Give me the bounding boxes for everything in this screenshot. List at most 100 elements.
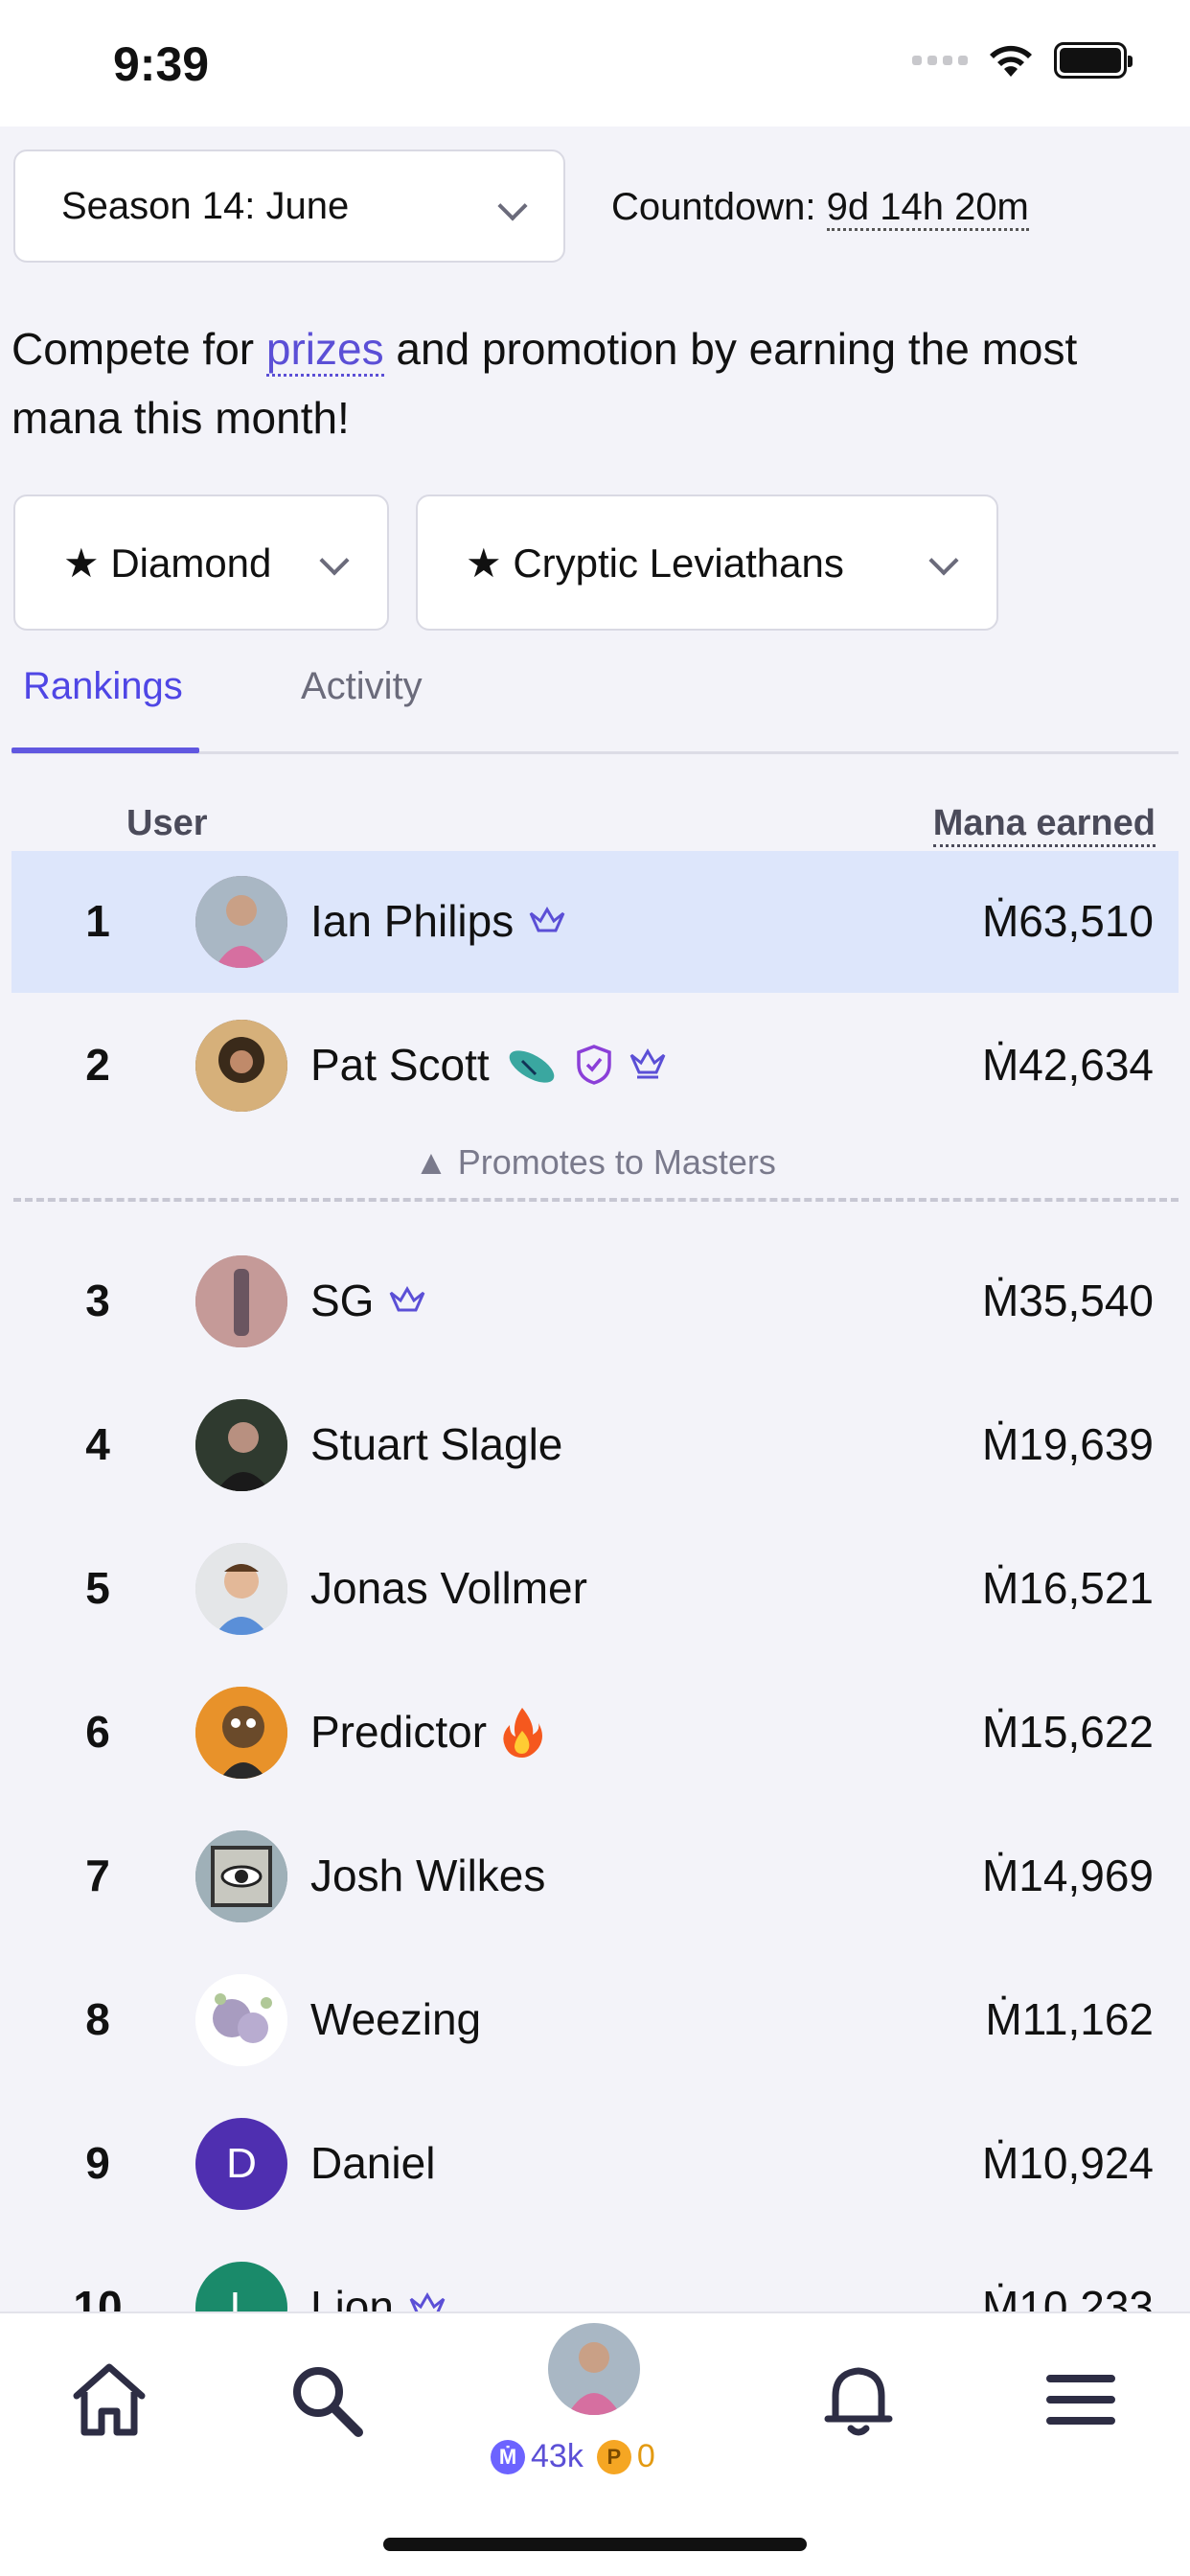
user-name-text: Jonas Vollmer (310, 1563, 587, 1613)
rank: 3 (85, 1276, 110, 1325)
avatar[interactable] (195, 1543, 287, 1635)
avatar[interactable] (195, 1830, 287, 1922)
home-icon[interactable] (69, 2359, 149, 2440)
chevron-down-icon (319, 545, 350, 576)
mana-earned: Ṁ19,639 (981, 1419, 1154, 1469)
mana-earned: Ṁ10,924 (981, 2138, 1154, 2188)
mana-earned: Ṁ35,540 (981, 1276, 1154, 1325)
user-name-text: Josh Wilkes (310, 1851, 546, 1900)
user-name-text: Predictor (310, 1707, 488, 1757)
countdown-value[interactable]: 9d 14h 20m (826, 186, 1029, 231)
table-row[interactable]: 6 Predictor Ṁ15,622 (11, 1662, 1179, 1804)
user-name-text: Lion (310, 2282, 394, 2312)
table-row[interactable]: 10 L Lion Ṁ10,233 (11, 2237, 1179, 2312)
rank: 9 (85, 2138, 110, 2188)
user-name[interactable]: Stuart Slagle (310, 1418, 562, 1470)
user-name[interactable]: Lion (310, 2281, 447, 2312)
rank: 1 (85, 896, 110, 946)
status-bar: 9:39 (0, 0, 1190, 126)
avatar[interactable]: D (195, 2118, 287, 2210)
search-icon[interactable] (286, 2359, 366, 2440)
user-name[interactable]: Pat Scott (310, 1039, 668, 1091)
rank: 8 (85, 1994, 110, 2044)
prize-balance: 0 (636, 2438, 655, 2474)
rank: 10 (73, 2282, 123, 2312)
countdown-label: Countdown: (611, 186, 816, 228)
profile-avatar[interactable] (548, 2323, 640, 2415)
col-user: User (126, 803, 208, 843)
home-indicator (383, 2538, 807, 2551)
mana-coin-icon: Ṁ (491, 2439, 525, 2474)
user-name[interactable]: Predictor (310, 1706, 544, 1758)
crown-outline-icon (390, 1286, 425, 1312)
crown-outline-icon (409, 2292, 446, 2312)
promotion-note: ▲ Promotes to Masters (414, 1142, 776, 1182)
user-name[interactable]: Jonas Vollmer (310, 1562, 587, 1614)
mana-earned: Ṁ42,634 (981, 1040, 1154, 1090)
user-name-text: Ian Philips (310, 896, 515, 946)
tier-label: ★ Diamond (63, 540, 272, 586)
bottom-nav: Ṁ 43k P 0 (0, 2312, 1190, 2576)
bell-icon[interactable] (818, 2359, 899, 2440)
rank: 7 (85, 1851, 110, 1900)
user-name[interactable]: Weezing (310, 1993, 481, 2045)
group-label: ★ Cryptic Leviathans (466, 540, 844, 586)
col-mana-earned[interactable]: Mana earned (932, 803, 1156, 847)
prizes-link[interactable]: prizes (265, 324, 384, 377)
user-name[interactable]: Josh Wilkes (310, 1850, 545, 1901)
user-name-text: SG (310, 1276, 375, 1325)
mana-earned: Ṁ16,521 (981, 1563, 1154, 1613)
intro-before: Compete for (11, 324, 266, 374)
wifi-icon (990, 45, 1032, 77)
main-content: Season 14: June Countdown: 9d 14h 20m Co… (0, 126, 1190, 2312)
table-row[interactable]: 1 Ian Philips Ṁ63,510 (11, 851, 1179, 993)
mana-earned: Ṁ14,969 (981, 1851, 1154, 1900)
table-header: User Mana earned (0, 788, 1190, 855)
table-row[interactable]: 2 Pat Scott Ṁ42,634 (11, 995, 1179, 1137)
avatar[interactable] (195, 1974, 287, 2066)
crown-outline-icon (529, 907, 565, 932)
avatar[interactable] (195, 876, 287, 968)
avatar[interactable] (195, 1687, 287, 1779)
status-icons (912, 42, 1133, 79)
user-name-text: Stuart Slagle (310, 1419, 563, 1469)
table-row[interactable]: 9 D Daniel Ṁ10,924 (11, 2093, 1179, 2235)
avatar[interactable]: L (195, 2262, 287, 2312)
tier-dropdown[interactable]: ★ Diamond (13, 494, 389, 631)
tab-underline (11, 748, 199, 753)
season-label: Season 14: June (61, 184, 350, 227)
chevron-down-icon (928, 545, 959, 576)
avatar[interactable] (195, 1255, 287, 1347)
user-name[interactable]: Ian Philips (310, 895, 567, 947)
avatar[interactable] (195, 1399, 287, 1491)
fire-icon (503, 1708, 543, 1758)
user-name[interactable]: Daniel (310, 2137, 435, 2189)
promotion-divider (13, 1198, 1179, 1202)
battery-icon (1054, 42, 1133, 79)
shield-icon (576, 1045, 611, 1085)
tab-activity[interactable]: Activity (301, 665, 423, 708)
rank: 6 (85, 1707, 110, 1757)
mana-earned: Ṁ63,510 (981, 896, 1154, 946)
user-name-text: Pat Scott (310, 1040, 490, 1090)
mana-earned: Ṁ10,233 (981, 2282, 1154, 2312)
user-name-text: Weezing (310, 1994, 482, 2044)
signal-icon (912, 56, 968, 65)
table-row[interactable]: 5 Jonas Vollmer Ṁ16,521 (11, 1518, 1179, 1660)
group-dropdown[interactable]: ★ Cryptic Leviathans (416, 494, 998, 631)
menu-icon[interactable] (1041, 2359, 1121, 2440)
season-dropdown[interactable]: Season 14: June (13, 150, 565, 263)
user-name[interactable]: SG (310, 1275, 427, 1326)
table-row[interactable]: 4 Stuart Slagle Ṁ19,639 (11, 1374, 1179, 1516)
sandal-icon (509, 1050, 554, 1083)
table-row[interactable]: 7 Josh Wilkes Ṁ14,969 (11, 1806, 1179, 1947)
tab-rankings[interactable]: Rankings (23, 665, 183, 708)
table-row[interactable]: 8 Weezing Ṁ11,162 (11, 1949, 1179, 2091)
balance[interactable]: Ṁ 43k P 0 (491, 2438, 655, 2475)
avatar[interactable] (195, 1020, 287, 1112)
user-name-text: Daniel (310, 2138, 436, 2188)
mana-balance: 43k (531, 2438, 584, 2474)
rank: 2 (85, 1040, 110, 1090)
table-row[interactable]: 3 SG Ṁ35,540 (11, 1230, 1179, 1372)
chevron-down-icon (497, 191, 528, 221)
